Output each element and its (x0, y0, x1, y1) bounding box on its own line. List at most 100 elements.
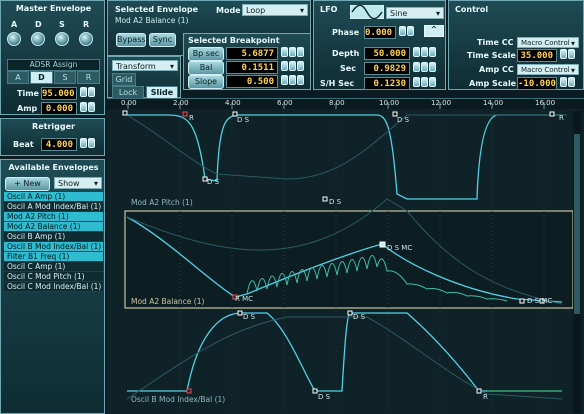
stepper-icon[interactable] (297, 75, 304, 85)
bal-label: Bal (188, 61, 224, 75)
adsr-tab-a[interactable]: A (7, 71, 29, 84)
attack-knob[interactable] (7, 32, 21, 46)
stepper-icon[interactable] (297, 47, 304, 57)
time-stepper-icon[interactable] (80, 87, 87, 97)
stepper-icon[interactable] (281, 61, 288, 71)
stepper-icon[interactable] (429, 62, 436, 72)
grid-toggle[interactable]: Grid (112, 73, 136, 86)
time-scale-steppers (559, 49, 575, 61)
ruler-tick-label: 10.00 (379, 99, 400, 107)
stepper-icon[interactable] (413, 77, 420, 87)
breakpoint-label: D S (353, 313, 366, 321)
stepper-icon[interactable] (429, 77, 436, 87)
transform-dropdown[interactable]: Transform (112, 60, 178, 72)
phase-label: Phase (332, 28, 360, 37)
envelope-list-item[interactable]: Mod A2 Pitch (1) (4, 212, 103, 222)
ruler-tick-label: 12.00 (431, 99, 452, 107)
envelope-list-item[interactable]: Mod A2 Balance (1) (4, 222, 103, 232)
bp-sec-value[interactable]: 5.6877 (226, 47, 278, 60)
slope-value[interactable]: 0.500 (226, 75, 278, 88)
stepper-icon[interactable] (568, 49, 575, 59)
stepper-icon[interactable] (560, 49, 567, 59)
stepper-icon[interactable] (281, 47, 288, 57)
envelope-list-item[interactable]: Oscil C Mod Index/Bal (1) (4, 282, 103, 292)
envelope-list-item[interactable]: Oscil A Mod Index/Bal (1) (4, 202, 103, 212)
time-cc-dropdown[interactable]: Macro Control (517, 37, 579, 49)
show-dropdown[interactable]: Show (54, 177, 102, 189)
envelope-list-item[interactable]: Filter B1 Freq (1) (4, 252, 103, 262)
envelope-list-item[interactable]: Oscil A Amp (1) (4, 192, 103, 202)
ruler-tick-label: 4.00 (225, 99, 241, 107)
adsr-tab-d[interactable]: D (30, 71, 53, 84)
decay-knob[interactable] (31, 32, 45, 46)
sine-wave-icon (350, 5, 384, 19)
stepper-icon[interactable] (297, 61, 304, 71)
adsr-tab-r[interactable]: R (77, 71, 100, 84)
bal-value[interactable]: 0.1511 (226, 61, 278, 74)
envelope-list-item[interactable]: Oscil B Mod Index/Bal (1) (4, 242, 103, 252)
stepper-icon[interactable] (560, 77, 567, 87)
time-scale-value[interactable]: 35.000 (517, 49, 557, 62)
editor-tools-panel: Transform Grid Lock Slide (107, 56, 181, 99)
amp-cc-dropdown[interactable]: Macro Control (517, 64, 579, 76)
stepper-icon[interactable] (421, 62, 428, 72)
sync-button[interactable]: Sync (149, 33, 176, 47)
transform-dropdown-label: Transform (116, 62, 156, 71)
retrigger-panel: Retrigger Beat 4.000 (0, 118, 105, 156)
amp-scale-value[interactable]: -10.000 (517, 77, 557, 90)
stepper-icon[interactable] (281, 75, 288, 85)
envelope-list-item[interactable]: Oscil B Amp (1) (4, 232, 103, 242)
time-label: Time (17, 89, 39, 98)
amp-stepper-icon[interactable] (88, 102, 95, 112)
phase-value[interactable]: 0.000 (364, 26, 396, 39)
time-value[interactable]: 95.000 (41, 87, 77, 100)
breakpoint-label: D S (243, 313, 256, 321)
time-cc-label: Time CC (477, 38, 514, 47)
stepper-icon[interactable] (289, 61, 296, 71)
stepper-icon[interactable] (568, 77, 575, 87)
stepper-icon[interactable] (429, 47, 436, 57)
stepper-icon[interactable] (289, 75, 296, 85)
breakpoint-label: R (559, 114, 564, 122)
ruler-tick-label: 2.00 (173, 99, 189, 107)
new-envelope-button[interactable]: + New (5, 177, 50, 191)
breakpoint-label: D S (329, 198, 342, 206)
beat-stepper-icon[interactable] (80, 138, 87, 148)
stepper-icon[interactable] (399, 26, 406, 36)
stepper-icon[interactable] (421, 77, 428, 87)
envelope-list: Oscil A Amp (1) Oscil A Mod Index/Bal (1… (4, 192, 103, 292)
selected-envelope-title: Selected Envelope (115, 5, 199, 14)
sh-sec-value[interactable]: 0.1230 (364, 77, 410, 90)
sustain-knob[interactable] (55, 32, 69, 46)
bypass-button[interactable]: Bypass (116, 33, 146, 47)
envelope-list-item[interactable]: Oscil C Mod Pitch (1) (4, 272, 103, 282)
amp-scale-steppers (559, 77, 575, 89)
stepper-icon[interactable] (413, 62, 420, 72)
stepper-icon[interactable] (413, 47, 420, 57)
time-cc-value: Macro Control (521, 39, 570, 47)
release-knob[interactable] (79, 32, 93, 46)
adsr-tab-s[interactable]: S (54, 71, 76, 84)
sec-label: Sec (340, 64, 356, 73)
breakpoint-label: D S MC (527, 297, 553, 305)
amp-value[interactable]: 0.000 (41, 102, 77, 115)
depth-value[interactable]: 50.000 (364, 47, 410, 60)
beat-stepper-icon[interactable] (88, 138, 95, 148)
lane-name: Mod A2 Balance (1) (131, 297, 205, 306)
lfo-invert-icon[interactable]: ⌃ (424, 25, 444, 37)
stepper-icon[interactable] (407, 26, 414, 36)
lane-name: Oscil B Mod Index/Bal (1) (131, 395, 226, 404)
beat-value[interactable]: 4.000 (41, 138, 77, 151)
adsr-tabs: A D S R (7, 71, 100, 84)
sec-value[interactable]: 0.9829 (364, 62, 410, 75)
envelope-list-item[interactable]: Oscil C Amp (1) (4, 262, 103, 272)
envelope-editor[interactable]: 0.00 2.00 4.00 6.00 8.00 10.00 12.00 14.… (107, 98, 584, 414)
stepper-icon[interactable] (289, 47, 296, 57)
envelope-canvas[interactable] (107, 99, 584, 414)
mode-dropdown[interactable]: Loop (242, 4, 308, 16)
lfo-wave-dropdown[interactable]: Sine (386, 7, 444, 19)
stepper-icon[interactable] (421, 47, 428, 57)
amp-stepper-icon[interactable] (80, 102, 87, 112)
time-stepper-icon[interactable] (88, 87, 95, 97)
ruler-tick-label: 14.00 (483, 99, 504, 107)
